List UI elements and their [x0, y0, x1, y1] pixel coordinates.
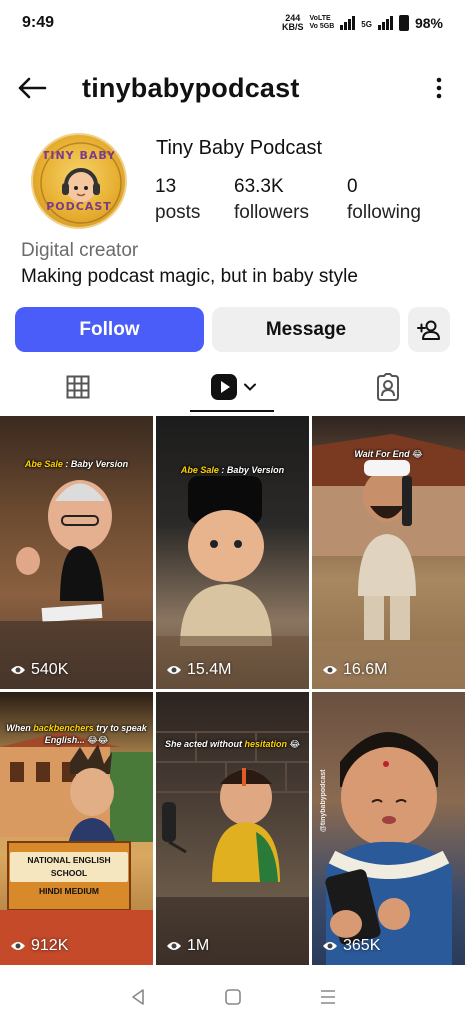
stat-following-label: following	[347, 202, 421, 223]
views-icon	[11, 666, 25, 674]
system-nav-bar	[0, 970, 465, 1024]
network-speed-unit: KB/S	[282, 22, 304, 32]
reel-image	[325, 732, 452, 965]
reel-thumbnail[interactable]: Abe Sale : Baby Version 15.4M	[156, 416, 309, 689]
reel-views: 1M	[166, 937, 209, 955]
reel-caption: When backbenchers try to speak English..…	[6, 723, 147, 745]
reel-image	[156, 731, 309, 965]
status-indicators: 244 KB/S VoLTE Vo 5GB 5G 98%	[282, 14, 443, 32]
reel-views: 15.4M	[166, 661, 231, 679]
signal-icon	[340, 16, 356, 30]
profile-display-name: Tiny Baby Podcast	[156, 137, 323, 159]
profile-header: tinybabypodcast	[0, 62, 465, 114]
network-type: 5G	[361, 20, 372, 29]
tagged-icon	[376, 373, 399, 401]
chevron-down-icon	[243, 383, 256, 391]
stat-following-count: 0	[347, 176, 358, 197]
views-icon	[167, 942, 181, 950]
reel-caption: She acted without hesitation 😂	[164, 739, 301, 749]
reel-view-count: 16.6M	[343, 661, 388, 678]
reel-caption: Abe Sale : Baby Version	[24, 459, 129, 469]
network-speed: 244 KB/S	[282, 14, 304, 32]
stat-followers-label: followers	[234, 202, 309, 223]
school-sign: NATIONAL ENGLISH SCHOOL HINDI MEDIUM	[10, 852, 128, 898]
tab-posts-grid[interactable]	[0, 360, 155, 414]
reel-thumbnail[interactable]: She acted without hesitation 😂 1M	[156, 692, 309, 965]
avatar-text-top: TINY BABY	[41, 149, 117, 162]
watermark-text: @tinybabypodcast	[320, 769, 327, 832]
add-person-icon	[417, 320, 440, 340]
suggested-users-button[interactable]	[408, 307, 450, 352]
reels-icon	[210, 374, 237, 400]
avatar-text-bottom: PODCAST	[46, 200, 112, 213]
reel-views: 365K	[322, 937, 380, 955]
school-sign-subtitle: HINDI MEDIUM	[39, 886, 99, 896]
profile-username: tinybabypodcast	[82, 72, 300, 103]
reel-thumbnail[interactable]: Abe Sale : Baby Version 540K	[0, 416, 153, 689]
status-time: 9:49	[22, 14, 55, 31]
reel-views: 16.6M	[322, 661, 387, 679]
profile-category: Digital creator	[21, 240, 139, 261]
reel-view-count: 15.4M	[187, 661, 232, 678]
stat-following[interactable]: 0 following	[347, 175, 421, 227]
message-button[interactable]: Message	[212, 307, 400, 352]
reel-view-count: 540K	[31, 661, 69, 678]
battery-icon	[398, 15, 409, 31]
profile-bio: Making podcast magic, but in baby style	[21, 266, 358, 287]
reel-thumbnail[interactable]: Wait For End 😂 16.6M	[312, 416, 465, 689]
reel-views: 540K	[10, 661, 68, 679]
stat-posts-label: posts	[155, 202, 201, 223]
stat-followers[interactable]: 63.3K followers	[234, 175, 347, 227]
status-bar: 9:49 244 KB/S VoLTE Vo 5GB 5G 98%	[0, 0, 465, 46]
grid-icon	[66, 375, 89, 399]
active-tab-indicator	[190, 410, 274, 412]
reel-thumbnail[interactable]: When backbenchers try to speak English..…	[0, 692, 153, 965]
reels-grid: Abe Sale : Baby Version 540K Abe Sale : …	[0, 416, 465, 965]
tab-tagged[interactable]	[310, 360, 465, 414]
tab-reels[interactable]	[155, 360, 310, 414]
reel-view-count: 1M	[187, 937, 210, 954]
profile-avatar[interactable]: TINY BABY PODCAST	[31, 133, 127, 229]
views-icon	[323, 666, 337, 674]
more-options-icon[interactable]	[427, 72, 451, 104]
reel-caption: Abe Sale : Baby Version	[180, 465, 285, 475]
reel-image	[0, 480, 153, 689]
views-icon	[167, 666, 181, 674]
reel-caption: Wait For End 😂	[354, 449, 423, 459]
stat-posts[interactable]: 13 posts	[155, 175, 234, 227]
back-arrow-icon[interactable]	[16, 72, 48, 104]
home-nav-icon[interactable]	[224, 988, 242, 1006]
signal-icon-2	[377, 16, 393, 30]
volte-indicator: VoLTE Vo 5GB	[310, 15, 335, 31]
reel-image	[156, 476, 309, 689]
profile-stats: 13 posts 63.3K followers 0 following	[155, 175, 421, 227]
battery-percentage: 98%	[414, 15, 443, 31]
follow-button[interactable]: Follow	[15, 307, 204, 352]
stat-posts-count: 13	[155, 176, 177, 197]
reel-view-count: 365K	[343, 937, 381, 954]
reel-views: 912K	[10, 937, 68, 955]
school-sign-title: NATIONAL ENGLISH SCHOOL	[10, 852, 128, 882]
recents-nav-icon[interactable]	[319, 988, 337, 1006]
volte-bottom: Vo 5GB	[309, 23, 335, 30]
back-nav-icon[interactable]	[129, 988, 147, 1006]
profile-tabs	[0, 360, 465, 414]
volte-top: VoLTE	[309, 15, 331, 22]
views-icon	[11, 942, 25, 950]
views-icon	[323, 942, 337, 950]
stat-followers-count: 63.3K	[234, 176, 284, 197]
reel-view-count: 912K	[31, 937, 69, 954]
reel-thumbnail[interactable]: @tinybabypodcast 365K	[312, 692, 465, 965]
